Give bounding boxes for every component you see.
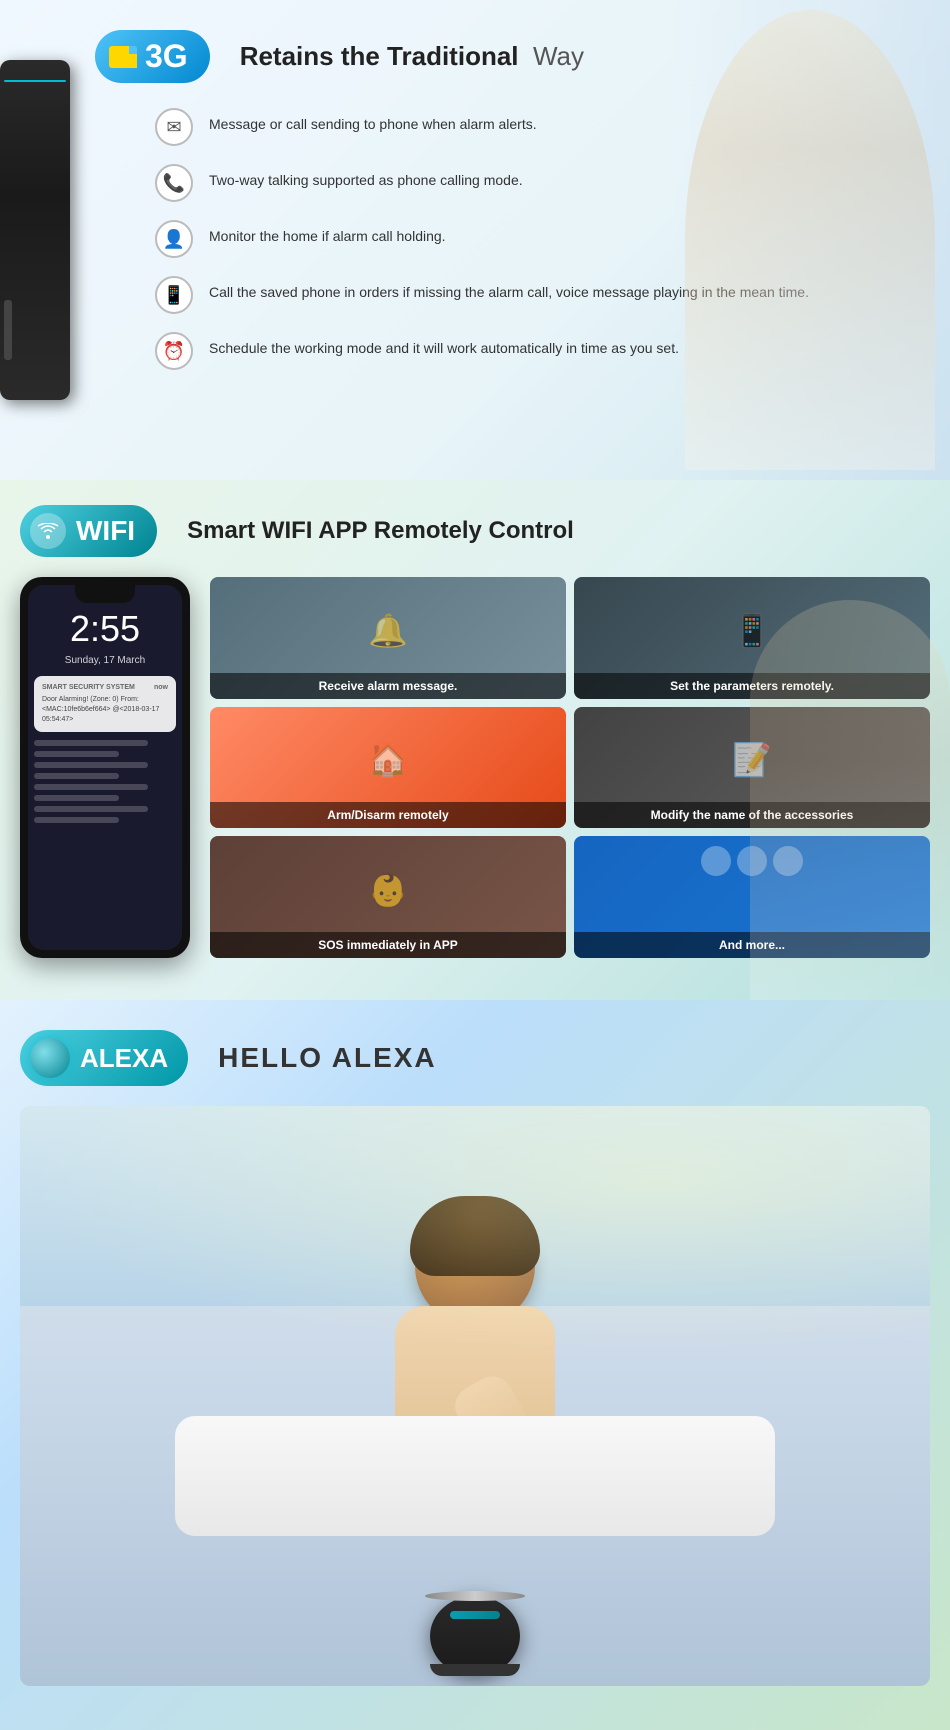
feat-text-2: Two-way talking supported as phone calli…: [209, 164, 523, 191]
badge-wifi: WIFI: [20, 505, 157, 557]
blur-line: [34, 817, 119, 823]
woman-background: [670, 0, 950, 480]
badge-wifi-text: WIFI: [76, 515, 135, 547]
section-3g-title-light: Way: [533, 41, 584, 71]
phone-notch: [75, 585, 135, 603]
tile-receive-label: Receive alarm message.: [210, 673, 566, 699]
alexa-device: [425, 1596, 525, 1686]
tile-receive-alarm: 🔔 Receive alarm message.: [210, 577, 566, 699]
phone-screen: 2:55 Sunday, 17 March SMART SECURITY SYS…: [28, 585, 182, 950]
sim-icon: [109, 46, 137, 68]
wifi-icon-badge: [30, 513, 66, 549]
section-3g-title: Retains the Traditional Way: [240, 41, 584, 72]
blur-line: [34, 806, 148, 812]
phone-notification: SMART SECURITY SYSTEM now Door Alarming!…: [34, 676, 176, 732]
blur-line: [34, 784, 148, 790]
section-wifi: WIFI Smart WIFI APP Remotely Control 2:5…: [0, 480, 950, 1000]
section-alexa-title: HELLO ALEXA: [218, 1042, 437, 1074]
blur-line: [34, 751, 119, 757]
alexa-scene: [20, 1106, 930, 1686]
notification-header: SMART SECURITY SYSTEM now: [42, 684, 168, 691]
phone-blur-content: [28, 732, 182, 836]
receive-icon: 🔔: [368, 611, 408, 649]
blur-line: [34, 795, 119, 801]
section-3g: 3G Retains the Traditional Way ✉ Message…: [0, 0, 950, 480]
wifi-person-bg: [750, 600, 950, 1000]
schedule-icon: ⏰: [155, 332, 193, 370]
notification-app-name: SMART SECURITY SYSTEM: [42, 684, 135, 691]
blur-line: [34, 740, 148, 746]
feat-text-1: Message or call sending to phone when al…: [209, 108, 537, 135]
notification-time: now: [154, 684, 168, 691]
message-icon: ✉: [155, 108, 193, 146]
phone-icon: 📞: [155, 164, 193, 202]
phone-mockup: 2:55 Sunday, 17 March SMART SECURITY SYS…: [20, 577, 190, 958]
tile-arm-disarm: 🏠 Arm/Disarm remotely: [210, 707, 566, 829]
section-alexa-header: ALEXA HELLO ALEXA: [20, 1030, 930, 1086]
alexa-orb-icon: [30, 1038, 70, 1078]
alexa-device-body: [430, 1596, 520, 1676]
alexa-light-ring: [450, 1611, 500, 1619]
badge-alexa-text: ALEXA: [80, 1043, 168, 1074]
phone-time: 2:55: [28, 603, 182, 655]
section-alexa: ALEXA HELLO ALEXA: [0, 1000, 950, 1730]
tile-sos: 👶 SOS immediately in APP: [210, 836, 566, 958]
feat-text-5: Schedule the working mode and it will wo…: [209, 332, 679, 359]
arm-icon: 🏠: [368, 741, 408, 779]
blur-line: [34, 762, 148, 768]
tile-arm-label: Arm/Disarm remotely: [210, 802, 566, 828]
section-3g-title-bold: Retains the Traditional: [240, 41, 519, 71]
call-icon: 📱: [155, 276, 193, 314]
phone-date: Sunday, 17 March: [28, 655, 182, 666]
bed-covers: [175, 1416, 775, 1536]
more-icon-circle: [701, 846, 731, 876]
device-3g: [0, 60, 70, 400]
section-wifi-title: Smart WIFI APP Remotely Control: [187, 517, 574, 545]
badge-3g-text: 3G: [145, 38, 188, 75]
feat-text-3: Monitor the home if alarm call holding.: [209, 220, 446, 247]
sos-icon: 👶: [368, 871, 408, 909]
badge-3g: 3G: [95, 30, 210, 83]
tile-sos-label: SOS immediately in APP: [210, 932, 566, 958]
woman-silhouette: [685, 10, 935, 470]
notification-text: Door Alarming! (Zone: 0) From:<MAC:10fe6…: [42, 695, 168, 724]
badge-alexa: ALEXA: [20, 1030, 188, 1086]
monitor-icon: 👤: [155, 220, 193, 258]
blur-line: [34, 773, 119, 779]
wifi-icon: [37, 523, 59, 539]
alexa-device-ring: [425, 1591, 525, 1601]
section-wifi-header: WIFI Smart WIFI APP Remotely Control: [20, 505, 930, 557]
light-effect: [20, 1106, 930, 1356]
